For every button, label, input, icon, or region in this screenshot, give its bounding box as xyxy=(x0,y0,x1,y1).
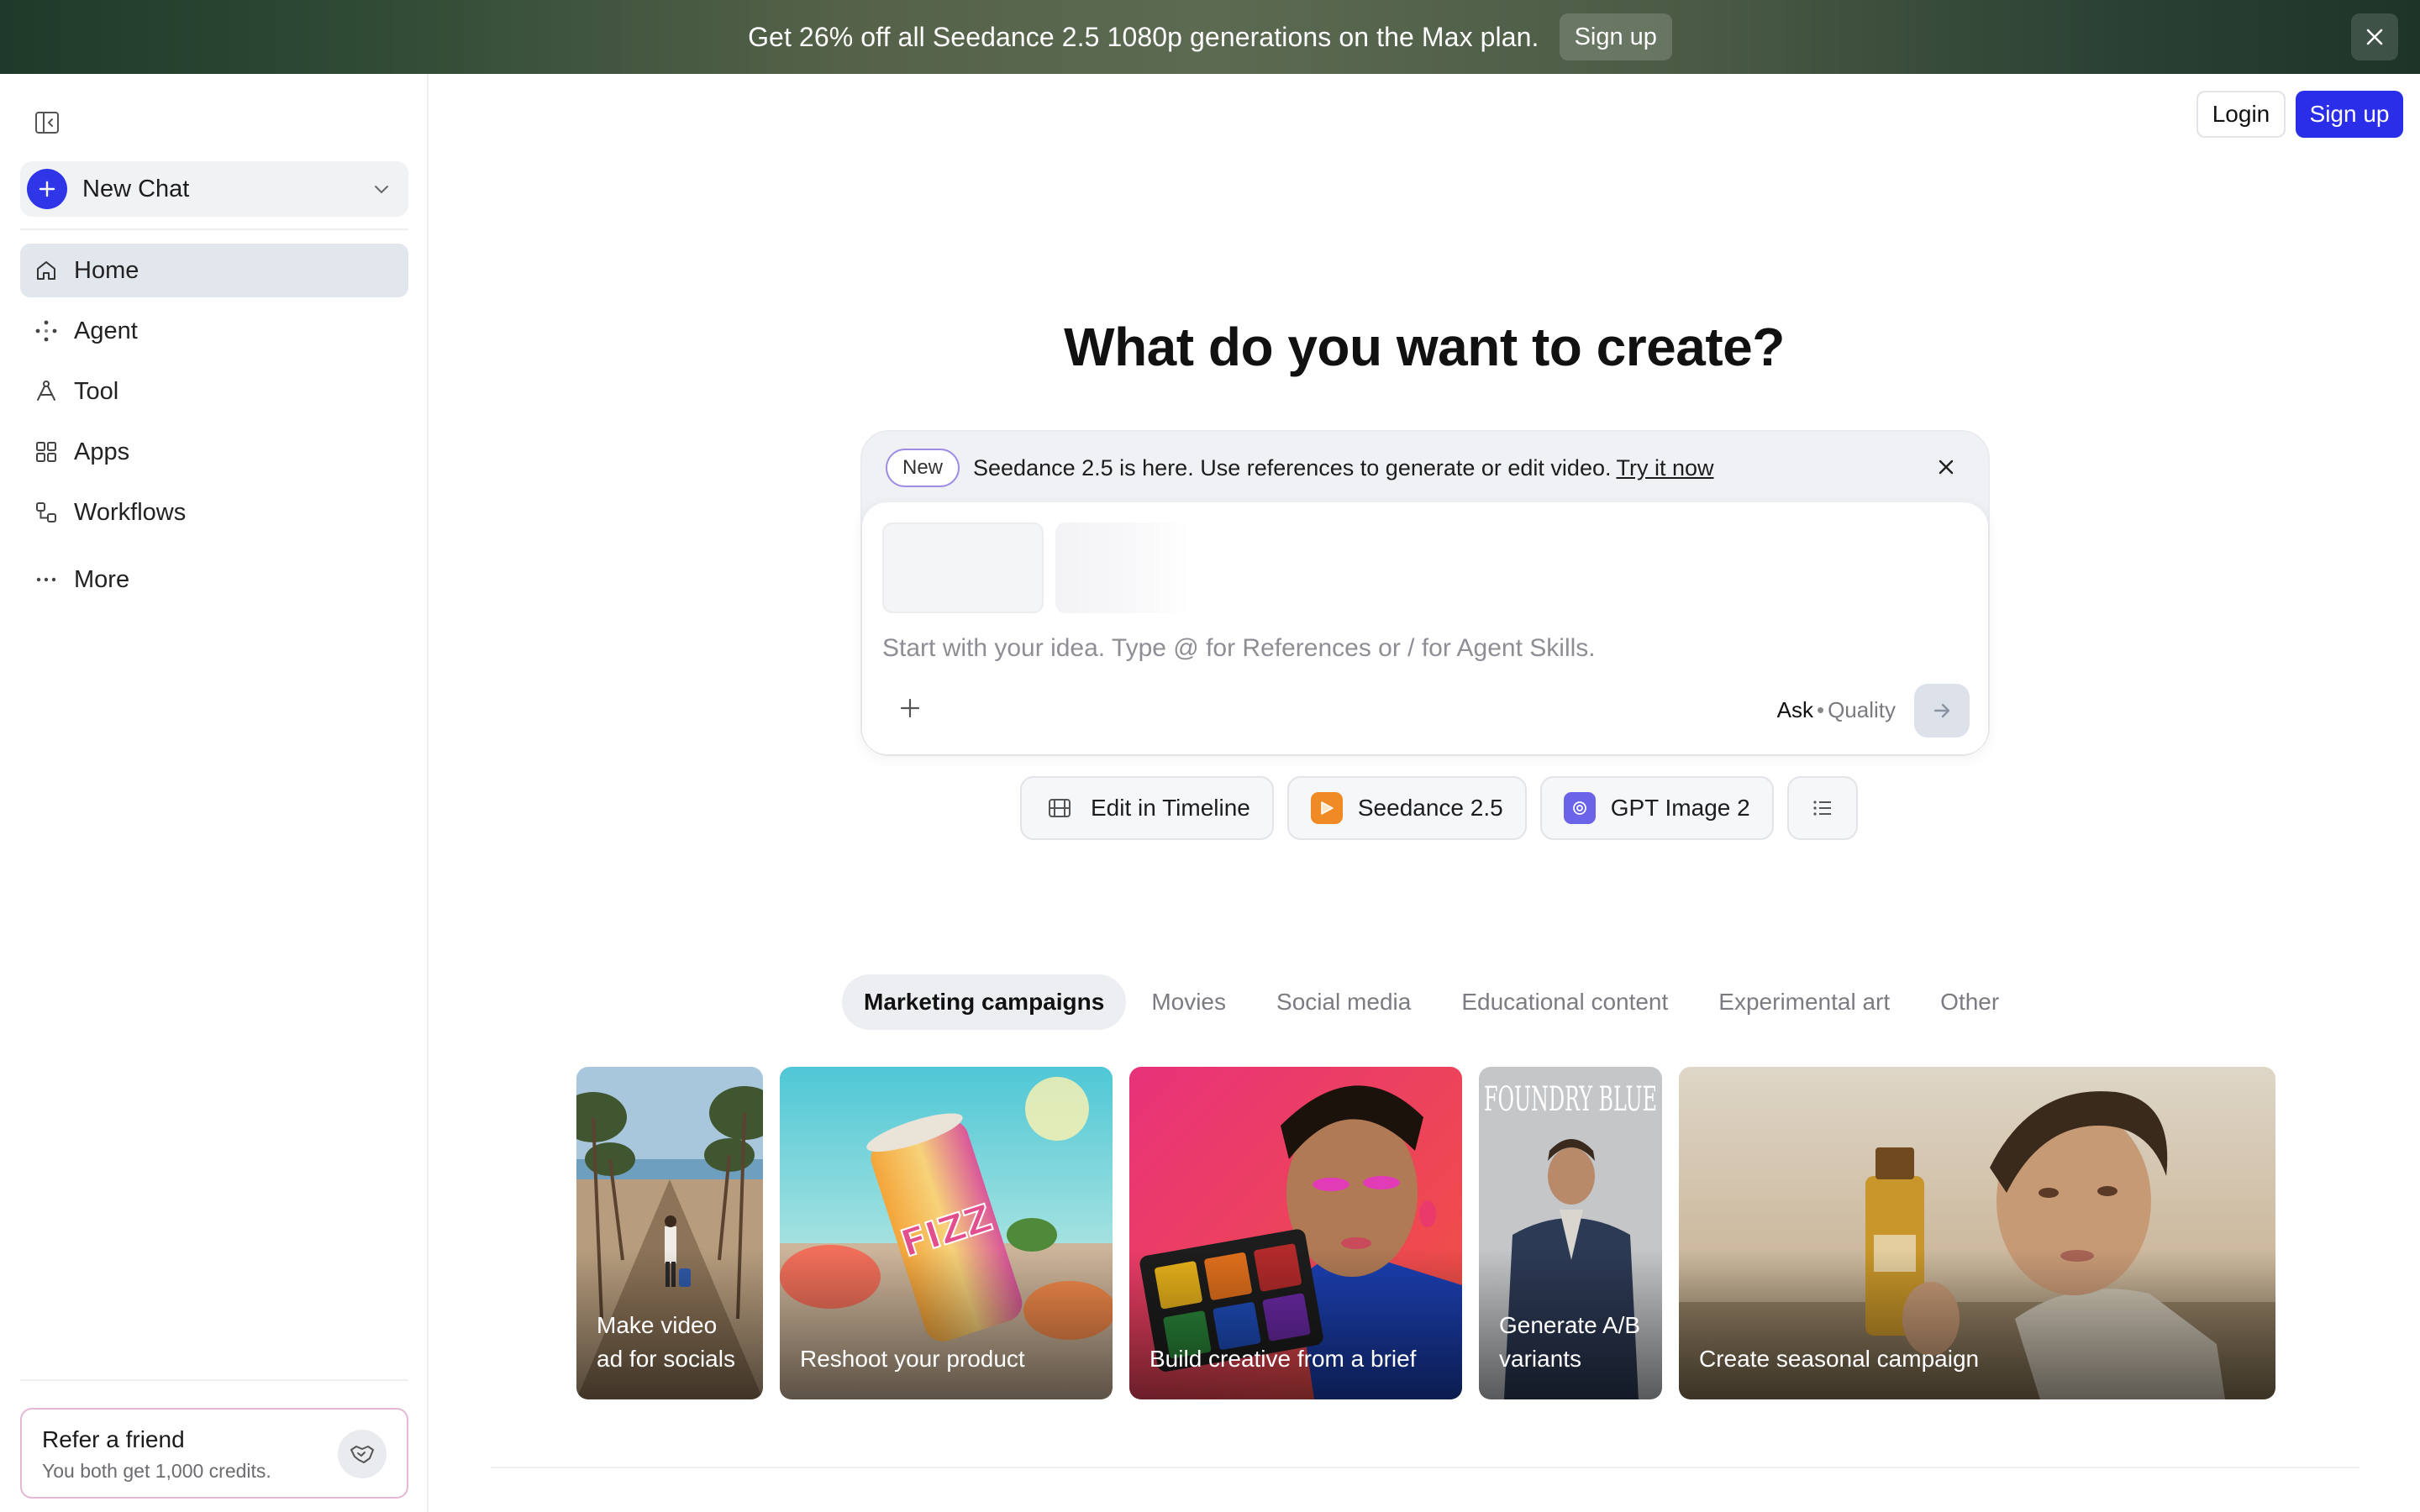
more-options-chip[interactable] xyxy=(1786,776,1858,840)
sidebar-item-tool[interactable]: Tool xyxy=(20,365,408,418)
tab-other[interactable]: Other xyxy=(1915,974,2024,1030)
gallery-card-creative-brief[interactable]: Build creative from a brief xyxy=(1129,1067,1462,1399)
quick-actions: Edit in Timeline Seedance 2.5 GPT Image … xyxy=(1020,776,1858,840)
content-divider xyxy=(491,1467,2360,1468)
sidebar-item-label: Home xyxy=(74,256,139,284)
new-chat-button[interactable]: New Chat xyxy=(20,161,408,217)
gallery-card-ab-variants[interactable]: FOUNDRY BLUE Generate A/B variants xyxy=(1479,1067,1662,1399)
sidebar-item-agent[interactable]: Agent xyxy=(20,304,408,358)
card-shade xyxy=(1679,1248,2275,1399)
workflows-icon xyxy=(36,502,56,522)
handshake-icon xyxy=(338,1430,387,1478)
more-icon xyxy=(36,577,56,582)
card-shade xyxy=(1129,1248,1462,1399)
plus-icon xyxy=(27,169,67,209)
mode-separator: • xyxy=(1816,697,1825,722)
sidebar-divider xyxy=(20,228,408,230)
sidebar-item-more[interactable]: More xyxy=(20,553,408,606)
apps-icon xyxy=(36,442,56,462)
sidebar-item-home[interactable]: Home xyxy=(20,244,408,297)
gpt-icon xyxy=(1563,792,1596,824)
card-label: Generate A/B variants xyxy=(1499,1312,1641,1372)
prompt-card: New Seedance 2.5 is here. Use references… xyxy=(860,430,1990,756)
edit-in-timeline-chip[interactable]: Edit in Timeline xyxy=(1020,776,1274,840)
sidebar-collapse-icon xyxy=(35,112,59,134)
sidebar: New Chat Home Agent Tool Apps Workflows … xyxy=(0,74,429,1512)
refer-title: Refer a friend xyxy=(42,1426,185,1452)
magazine-title: FOUNDRY BLUE xyxy=(1484,1080,1657,1119)
chip-label: Seedance 2.5 xyxy=(1357,795,1503,821)
tool-icon xyxy=(37,381,55,401)
sidebar-nav: Home Agent Tool Apps Workflows More xyxy=(20,244,408,613)
sidebar-item-label: More xyxy=(74,565,130,593)
gpt-image-chip[interactable]: GPT Image 2 xyxy=(1539,776,1774,840)
close-icon xyxy=(2366,29,2383,45)
new-chat-label: New Chat xyxy=(82,175,190,202)
mode-selector[interactable]: Ask • Quality xyxy=(1777,697,1896,723)
tab-social-media[interactable]: Social media xyxy=(1251,974,1436,1030)
page-title: What do you want to create? xyxy=(1064,317,1785,377)
card-label: Make video ad for socials xyxy=(597,1312,735,1372)
sidebar-divider-bottom xyxy=(20,1379,408,1381)
app-root: Get 26% off all Seedance 2.5 1080p gener… xyxy=(0,0,2420,1512)
card-label: Create seasonal campaign xyxy=(1699,1346,1980,1372)
gallery-card-reshoot-product[interactable]: FIZZ Reshoot your product xyxy=(780,1067,1113,1399)
tab-movies[interactable]: Movies xyxy=(1126,974,1251,1030)
new-badge: New xyxy=(886,449,960,487)
announcement-text: Seedance 2.5 is here. Use references to … xyxy=(973,454,1612,480)
try-it-now-link[interactable]: Try it now xyxy=(1616,455,1713,481)
tab-educational-content[interactable]: Educational content xyxy=(1436,974,1693,1030)
chip-label: GPT Image 2 xyxy=(1610,795,1750,821)
signup-button[interactable]: Sign up xyxy=(2296,91,2403,138)
mode-ask: Ask xyxy=(1776,697,1813,722)
tab-marketing-campaigns[interactable]: Marketing campaigns xyxy=(842,974,1127,1030)
seedance-icon xyxy=(1310,792,1343,824)
reference-slot[interactable] xyxy=(882,522,1044,613)
sidebar-item-label: Tool xyxy=(74,377,119,405)
plus-icon[interactable] xyxy=(897,696,923,721)
close-icon[interactable] xyxy=(1936,457,1956,477)
promo-banner: Get 26% off all Seedance 2.5 1080p gener… xyxy=(0,0,2420,74)
refer-friend-card[interactable]: Refer a friend You both get 1,000 credit… xyxy=(20,1408,408,1499)
promo-close-button[interactable] xyxy=(2351,13,2398,60)
promo-signup-button[interactable]: Sign up xyxy=(1559,13,1672,60)
announcement-bar: New Seedance 2.5 is here. Use references… xyxy=(886,447,1714,489)
category-tabs: Marketing campaigns Movies Social media … xyxy=(842,974,2024,1030)
list-icon xyxy=(1813,801,1831,816)
gallery-card-video-ad[interactable]: Make video ad for socials xyxy=(576,1067,763,1399)
send-button[interactable] xyxy=(1914,684,1970,738)
chevron-down-icon[interactable] xyxy=(371,179,392,199)
reference-slot[interactable] xyxy=(1055,522,1190,613)
home-icon xyxy=(37,261,55,280)
login-button[interactable]: Login xyxy=(2196,91,2286,138)
refer-subtitle: You both get 1,000 credits. xyxy=(42,1460,271,1482)
prompt-composer: Ask•Quality xyxy=(862,502,1988,754)
sidebar-item-apps[interactable]: Apps xyxy=(20,425,408,479)
sidebar-item-label: Apps xyxy=(74,438,130,465)
tab-experimental-art[interactable]: Experimental art xyxy=(1693,974,1915,1030)
sidebar-collapse-button[interactable] xyxy=(34,109,60,136)
seedance-chip[interactable]: Seedance 2.5 xyxy=(1286,776,1527,840)
sidebar-item-workflows[interactable]: Workflows xyxy=(20,486,408,539)
prompt-input[interactable] xyxy=(882,630,1891,667)
gallery-card-seasonal-campaign[interactable]: Create seasonal campaign xyxy=(1679,1067,2275,1399)
arrow-right-icon xyxy=(1933,703,1950,718)
sidebar-item-label: Agent xyxy=(74,317,138,344)
sidebar-item-label: Workflows xyxy=(74,498,187,526)
chip-label: Edit in Timeline xyxy=(1091,795,1250,821)
card-label: Build creative from a brief xyxy=(1150,1346,1417,1372)
promo-banner-text: Get 26% off all Seedance 2.5 1080p gener… xyxy=(748,21,1539,52)
agent-icon xyxy=(35,320,57,342)
card-label: Reshoot your product xyxy=(800,1346,1025,1372)
card-shade xyxy=(780,1248,1113,1399)
timeline-icon xyxy=(1044,792,1076,824)
mode-quality: Quality xyxy=(1828,697,1896,722)
